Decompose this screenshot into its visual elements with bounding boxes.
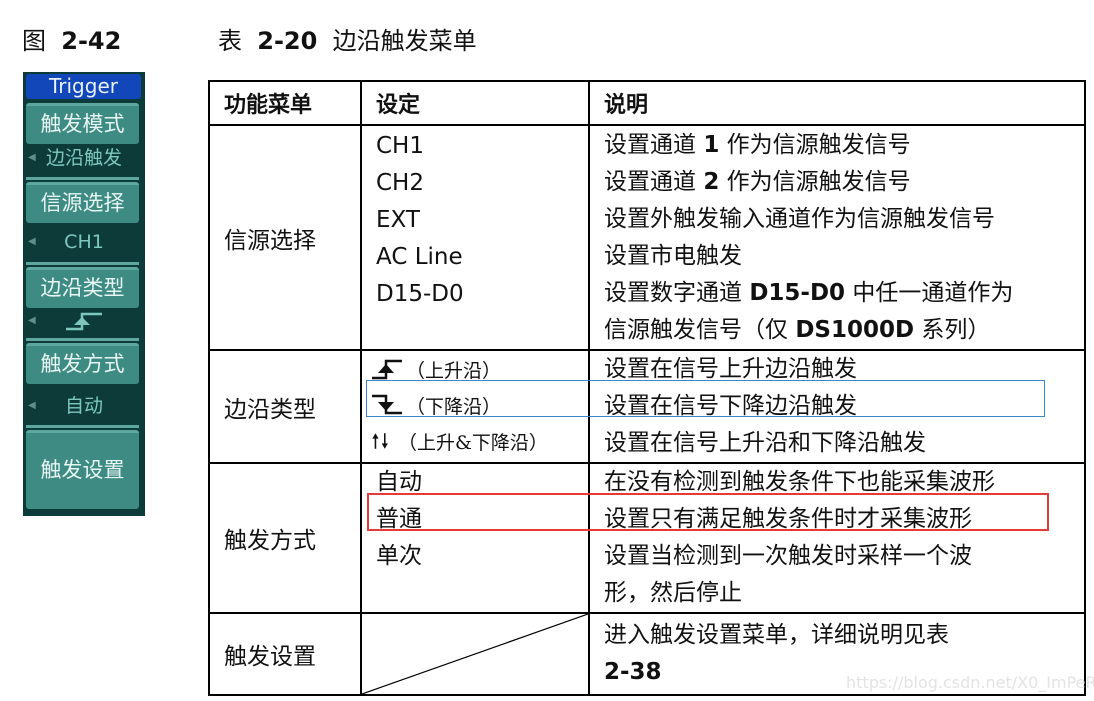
setting-item: CH1 [376,133,424,159]
description-line: 形，然后停止 [604,580,742,606]
menu-button-source[interactable]: 信源选择 [26,182,139,223]
menu-value-source: ◀ CH1 [23,228,145,256]
setting-item: AC Line [376,244,463,270]
description-cell: 在没有检测到触发条件下也能采集波形 设置只有满足触发条件时才采集波形 设置当检测… [588,462,1086,614]
description-cell: 设置通道 1 作为信源触发信号 设置通道 2 作为信源触发信号 设置外触发输入通… [588,124,1086,351]
setting-item: EXT [376,207,420,233]
menu-cell: 触发设置 [208,612,362,696]
setting-cell: CH1 CH2 EXT AC Line D15-D0 [360,124,590,351]
menu-cell: 触发方式 [208,462,362,614]
header-setting: 设定 [360,80,590,126]
menu-cell: 信源选择 [208,124,362,351]
description-line: 设置外触发输入通道作为信源触发信号 [604,205,995,232]
diagonal-line [362,614,588,694]
watermark: https://blog.csdn.net/X0_ImPeRial [846,673,1094,692]
description-line: 设置市电触发 [604,242,742,269]
description-line: 设置当检测到一次触发时采样一个波 [604,543,972,569]
menu-button-trigger-mode[interactable]: 触发模式 [26,103,139,144]
setting-cell-empty [360,612,590,696]
divider [26,338,139,341]
left-arrow-icon: ◀ [28,152,36,163]
menu-title: Trigger [26,74,141,99]
setting-item: D15-D0 [376,281,464,307]
highlight-box-falling-edge [366,380,1045,417]
menu-button-edge-type[interactable]: 边沿类型 [26,267,139,308]
scope-trigger-menu: Trigger 触发模式 ◀ 边沿触发 信源选择 ◀ CH1 边沿类型 ◀ 触发… [23,72,145,516]
menu-button-trigger-sweep[interactable]: 触发方式 [26,343,139,384]
left-arrow-icon: ◀ [28,315,36,326]
divider [26,425,139,428]
table-row: 信源选择 CH1 CH2 EXT AC Line D15-D0 设置通道 1 作… [208,124,1086,351]
menu-value-edge-type: ◀ [23,308,145,334]
highlight-box-normal-mode [367,493,1049,531]
setting-cell: 自动 普通 单次 [360,462,590,614]
header-description: 说明 [588,80,1086,126]
both-edges-icon [372,432,388,449]
description-line: 进入触发设置菜单，详细说明见表 [604,622,949,648]
figure-caption: 图 2-42 [22,27,122,55]
table-caption: 表 2-20 边沿触发菜单 [218,27,477,55]
rising-edge-icon [66,312,102,331]
description-line: 设置数字通道 D15-D0 中任一通道作为 [604,279,1014,306]
setting-item: （上升&下降沿） [362,425,588,461]
header-function-menu: 功能菜单 [208,80,362,126]
description-line: 设置在信号上升沿和下降沿触发 [604,430,926,456]
setting-item: CH2 [376,170,424,196]
description-line: 设置通道 2 作为信源触发信号 [604,168,911,195]
table-row: 触发方式 自动 普通 单次 在没有检测到触发条件下也能采集波形 设置只有满足触发… [208,462,1086,614]
menu-cell: 边沿类型 [208,349,362,464]
left-arrow-icon: ◀ [28,400,36,411]
left-arrow-icon: ◀ [28,236,36,247]
table-header-row: 功能菜单 设定 说明 [208,80,1086,126]
description-line: 设置通道 1 作为信源触发信号 [604,131,911,158]
divider [26,177,139,180]
menu-value-trigger-sweep: ◀ 自动 [23,392,145,420]
menu-value-trigger-mode: ◀ 边沿触发 [23,144,145,172]
setting-item: 单次 [376,543,422,569]
rising-edge-icon [372,359,402,379]
description-line: 信源触发信号（仅 DS1000D 系列） [604,316,991,343]
divider [26,262,139,265]
menu-button-trigger-setup[interactable]: 触发设置 [26,430,139,509]
